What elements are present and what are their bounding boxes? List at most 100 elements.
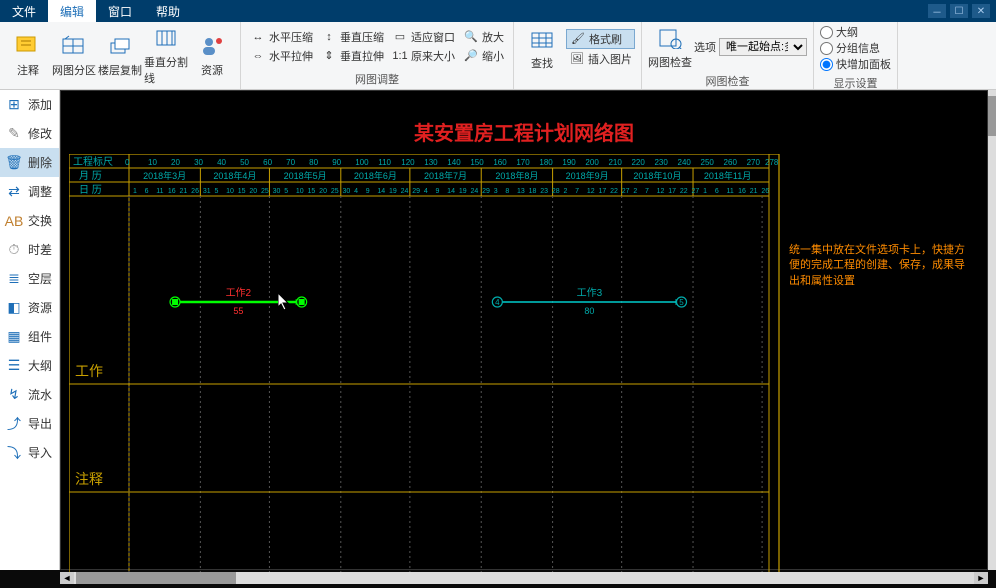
component-icon: ▦ [6,329,22,345]
svg-text:180: 180 [539,158,553,167]
scroll-thumb[interactable] [76,572,236,584]
svg-text:2018年4月: 2018年4月 [213,170,256,181]
fmtpaint-icon: 🖌 [570,31,586,47]
svg-text:9: 9 [366,188,370,195]
svg-text:25: 25 [331,188,339,195]
modify-icon: ✎ [6,126,22,142]
vcompress-button[interactable]: ↕垂直压缩 [318,28,387,46]
origsize-button[interactable]: 1:1原来大小 [389,47,458,65]
sidebar-item-modify[interactable]: ✎修改 [0,119,59,148]
svg-text:2018年6月: 2018年6月 [354,170,397,181]
svg-text:1: 1 [133,188,137,195]
radio-quickpanel[interactable]: 快增加面板 [820,56,891,72]
svg-text:2018年5月: 2018年5月 [284,170,327,181]
svg-text:230: 230 [654,158,668,167]
fmtpaint-button[interactable]: 🖌格式刷 [566,29,635,49]
sidebar-item-layer[interactable]: ≣空层 [0,264,59,293]
vstretch-icon: ⇕ [321,48,337,64]
sidebar-item-delete[interactable]: 🗑删除 [0,148,59,177]
sidebar-item-outline[interactable]: ☰大纲 [0,351,59,380]
svg-text:6: 6 [145,188,149,195]
svg-text:2018年9月: 2018年9月 [566,170,609,181]
resource-icon [196,32,228,60]
svg-text:24: 24 [401,188,409,195]
sidebar-item-add[interactable]: ⊞添加 [0,90,59,119]
adjust-group-label: 网图调整 [241,70,513,89]
hcompress-button[interactable]: ↔水平压缩 [247,28,316,46]
svg-text:7: 7 [645,188,649,195]
svg-text:2: 2 [564,188,568,195]
sidebar-item-export[interactable]: ⤴导出 [0,409,59,438]
svg-text:27: 27 [692,188,700,195]
svg-text:250: 250 [701,158,715,167]
import-icon: ⤵ [6,445,22,461]
vstretch-button[interactable]: ⇕垂直拉伸 [318,47,387,65]
insimg-button[interactable]: 🖼插入图片 [566,50,635,68]
svg-text:29: 29 [482,188,490,195]
menu-edit[interactable]: 编辑 [48,0,96,22]
hstretch-button[interactable]: ⇔水平拉伸 [247,47,316,65]
menu-bar: 文件 编辑 窗口 帮助 － ☐ ✕ [0,0,996,22]
main-canvas[interactable]: 某安置房工程计划网络图 工程标尺010203040506070809010011… [60,90,988,570]
sidebar-item-swap[interactable]: AB交换 [0,206,59,235]
fitwin-button[interactable]: ▭适应窗口 [389,28,458,46]
svg-text:170: 170 [516,158,530,167]
zoomout-button[interactable]: 🔎缩小 [460,47,507,65]
svg-text:80: 80 [309,158,318,167]
svg-text:70: 70 [286,158,295,167]
floorcopy-icon [104,32,136,60]
netcheck-icon [654,24,686,52]
sidebar-item-adjust[interactable]: ⇄调整 [0,177,59,206]
floorcopy-label: 楼层复制 [98,62,142,78]
radio-groupinfo[interactable]: 分组信息 [820,40,891,56]
svg-text:19: 19 [459,188,467,195]
vertical-scrollbar[interactable] [988,90,996,570]
netcheck-button[interactable]: 网图检查 [648,24,692,70]
svg-text:1: 1 [703,188,707,195]
resource-button[interactable]: 资源 [190,32,234,78]
svg-text:40: 40 [217,158,226,167]
vline-button[interactable]: 垂直分割线 [144,24,188,86]
lookup-button[interactable]: 查找 [520,25,564,71]
floorcopy-button[interactable]: 楼层复制 [98,32,142,78]
sidebar-item-import[interactable]: ⤵导入 [0,438,59,467]
svg-text:12: 12 [657,188,665,195]
svg-text:10: 10 [226,188,234,195]
scroll-left-button[interactable]: ◄ [60,572,74,584]
svg-text:278: 278 [765,158,779,167]
svg-text:4: 4 [424,188,428,195]
svg-text:4: 4 [354,188,358,195]
options-select[interactable]: 唯一起始点:多 [719,38,807,56]
svg-text:21: 21 [180,188,188,195]
zoomin-button[interactable]: 🔍放大 [460,28,507,46]
menu-help[interactable]: 帮助 [144,0,192,22]
radio-outline[interactable]: 大纲 [820,24,891,40]
network-diagram[interactable]: 工程标尺010203040506070809010011012013014015… [69,154,979,584]
svg-text:31: 31 [203,188,211,195]
svg-text:160: 160 [493,158,507,167]
svg-text:16: 16 [168,188,176,195]
svg-text:11: 11 [156,188,163,195]
annotate-icon [12,32,44,60]
svg-text:270: 270 [747,158,761,167]
menu-window[interactable]: 窗口 [96,0,144,22]
sidebar-item-flow[interactable]: ↯流水 [0,380,59,409]
scroll-right-button[interactable]: ► [974,572,988,584]
svg-text:29: 29 [412,188,420,195]
svg-text:8: 8 [505,188,509,195]
sidebar-item-resource[interactable]: ◧资源 [0,293,59,322]
zoomout-icon: 🔎 [463,48,479,64]
annotate-button[interactable]: 注释 [6,32,50,78]
svg-text:19: 19 [389,188,397,195]
horizontal-scrollbar[interactable]: ◄ ► [60,572,988,584]
minimize-button[interactable]: － [928,4,946,18]
close-button[interactable]: ✕ [972,4,990,18]
svg-text:50: 50 [240,158,249,167]
sidebar-item-timediff[interactable]: ⏱时差 [0,235,59,264]
menu-file[interactable]: 文件 [0,0,48,22]
partition-button[interactable]: 网图分区 [52,32,96,78]
svg-text:22: 22 [680,188,688,195]
maximize-button[interactable]: ☐ [950,4,968,18]
sidebar-item-component[interactable]: ▦组件 [0,322,59,351]
svg-text:210: 210 [608,158,622,167]
